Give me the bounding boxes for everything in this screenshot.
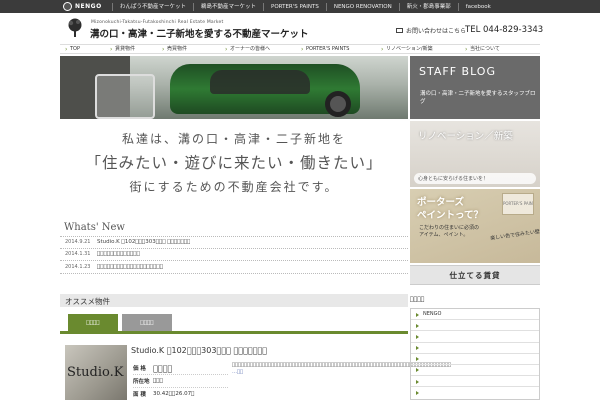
pro-list-item[interactable]	[411, 331, 539, 343]
listing-title[interactable]: Studio.K 􀀀102􀀀􀀀􀀀303􀀀􀀀􀀀 􀀀􀀀􀀀􀀀􀀀􀀀􀀀	[131, 346, 267, 355]
hero-chair	[95, 74, 155, 119]
news-item[interactable]: 2014.1.31 􀀀􀀀􀀀􀀀􀀀􀀀􀀀􀀀􀀀􀀀􀀀􀀀􀀀	[60, 249, 408, 261]
nav-porters-paints[interactable]: PORTER'S PAINTS	[296, 45, 376, 54]
paints-title-2: ペイントって？	[417, 210, 484, 221]
news-item[interactable]: 2014.9.21 Studio.K 􀀀102􀀀􀀀􀀀303􀀀􀀀􀀀 􀀀􀀀􀀀􀀀􀀀􀀀􀀀	[60, 236, 408, 249]
listing-photo-text: Studio.K	[67, 365, 124, 380]
news-date: 2014.1.31	[65, 251, 91, 258]
listing-value: 􀀀􀀀􀀀	[153, 378, 163, 384]
listing-value: 􀀀􀀀􀀀􀀀	[153, 363, 173, 373]
recommend-title: オススメ物件	[65, 297, 110, 306]
nengo-logo-text: NENGO	[75, 3, 102, 10]
site-header: Mizonokuchi-Takatsu-Futakoshinchi Real E…	[60, 13, 544, 43]
listing-row-area: 面 積 30.42􀀀􀀀26.07􀀀	[133, 388, 228, 400]
site-subtitle: Mizonokuchi-Takatsu-Futakoshinchi Real E…	[91, 20, 224, 25]
pro-list-item[interactable]	[411, 354, 539, 365]
pro-list-item[interactable]	[411, 387, 539, 398]
tab-rental[interactable]: 􀀀􀀀􀀀􀀀	[68, 314, 118, 331]
pro-list-item[interactable]	[411, 320, 539, 332]
paint-can-icon: PORTER'S PAINTS	[502, 193, 534, 215]
pro-list-item[interactable]	[411, 343, 539, 354]
tagline-line1: 私達は、溝の口・高津・二子新地を	[121, 132, 346, 146]
nav-top[interactable]: TOP	[60, 45, 105, 54]
nav-owners[interactable]: オーナーの皆様へ	[220, 45, 296, 54]
pro-list-item[interactable]: NENGO	[411, 309, 539, 321]
top-links: わんぱう不動産マーケット 鵜島不動産マーケット PORTER'S PAINTS …	[112, 0, 498, 13]
main-nav: TOP 賃貸物件 売買物件 オーナーの皆様へ PORTER'S PAINTS リ…	[60, 44, 540, 54]
contact-link[interactable]: お問い合わせはこちら	[396, 26, 466, 35]
tagline-line2: 「住みたい・遊びに来たい・働きたい」	[85, 154, 383, 172]
site-title[interactable]: 溝の口・高津・二子新地を愛する不動産マーケット	[90, 26, 309, 40]
listing-photo[interactable]: Studio.K	[65, 345, 127, 400]
staff-blog-banner[interactable]: STAFF BLOG 溝の口・高津・二子新地を愛するスタッフブログ	[410, 56, 540, 119]
pro-list: NENGO	[410, 308, 540, 400]
listing-key: 面 積	[133, 392, 146, 398]
phone-number: TEL 044-829-3343	[465, 25, 544, 35]
listing-details: 価 格 􀀀􀀀􀀀􀀀 所在地 􀀀􀀀􀀀 面 積 30.42􀀀􀀀26.07􀀀	[133, 362, 228, 400]
listing-value: 30.42􀀀􀀀26.07􀀀	[153, 391, 195, 397]
renovation-bar: 心身ともに安らげる住まいを！	[414, 173, 536, 184]
paints-title-1: ポーターズ	[417, 197, 465, 208]
news-date: 2014.1.23	[65, 263, 91, 270]
staff-blog-sub: 溝の口・高津・二子新地を愛するスタッフブログ	[420, 91, 536, 105]
news-text[interactable]: 􀀀􀀀􀀀􀀀􀀀􀀀􀀀􀀀􀀀􀀀􀀀􀀀􀀀	[97, 251, 140, 257]
top-link-porters[interactable]: PORTER'S PAINTS	[263, 2, 326, 11]
news-text[interactable]: 􀀀􀀀􀀀􀀀􀀀􀀀􀀀􀀀􀀀􀀀􀀀􀀀􀀀􀀀􀀀􀀀􀀀􀀀􀀀􀀀	[97, 264, 163, 270]
whats-new-title: Whats' New	[64, 222, 125, 233]
news-list: 2014.9.21 Studio.K 􀀀102􀀀􀀀􀀀303􀀀􀀀􀀀 􀀀􀀀􀀀􀀀􀀀􀀀􀀀…	[60, 236, 408, 274]
listing-key: 価 格	[133, 366, 146, 372]
listing-row-location: 所在地 􀀀􀀀􀀀	[133, 375, 228, 388]
nav-about[interactable]: 当社について	[460, 45, 540, 54]
tree-logo-icon[interactable]	[66, 18, 84, 38]
hero-image	[60, 56, 408, 119]
nav-sale[interactable]: 売買物件	[157, 45, 220, 54]
listing-key: 所在地	[133, 379, 150, 385]
contact-label: お問い合わせはこちら	[406, 28, 467, 35]
listing-more-link[interactable]: …􀀀􀀀	[232, 369, 243, 375]
staff-blog-title: STAFF BLOG	[419, 65, 496, 78]
porters-paints-banner[interactable]: ポーターズ ペイントって？ こだわりの住まいに必須のアイテム、ペイント。 POR…	[410, 189, 540, 263]
recommend-tabs: 􀀀􀀀􀀀􀀀 􀀀􀀀􀀀􀀀	[60, 314, 408, 334]
top-bar: NENGO わんぱう不動産マーケット 鵜島不動産マーケット PORTER'S P…	[0, 0, 600, 13]
top-link-renovation[interactable]: NENGO RENOVATION	[325, 2, 399, 11]
pro-title: 􀀀􀀀􀀀􀀀	[410, 296, 425, 303]
nav-rental[interactable]: 賃貸物件	[105, 45, 157, 54]
tab-sale[interactable]: 􀀀􀀀􀀀􀀀	[122, 314, 172, 331]
nengo-logo-icon	[63, 2, 72, 11]
top-link-ushima[interactable]: 鵜島不動産マーケット	[193, 2, 263, 11]
pro-list-item[interactable]	[411, 365, 539, 377]
nav-renovation[interactable]: リノベーション/新築	[376, 45, 460, 54]
envelope-icon	[396, 28, 403, 33]
paints-badge: 楽しい色で住みたい壁を	[489, 228, 540, 242]
tagline: 私達は、溝の口・高津・二子新地を 「住みたい・遊びに来たい・働きたい」 街にする…	[60, 130, 408, 195]
nengo-logo[interactable]: NENGO	[63, 1, 102, 12]
listing-row-price: 価 格 􀀀􀀀􀀀􀀀	[133, 362, 228, 375]
top-link-facebook[interactable]: facebook	[457, 2, 498, 11]
renovation-banner[interactable]: リノベーション／新築 心身ともに安らげる住まいを！	[410, 121, 540, 187]
top-link-wanpau[interactable]: わんぱう不動産マーケット	[112, 2, 193, 11]
news-item[interactable]: 2014.1.23 􀀀􀀀􀀀􀀀􀀀􀀀􀀀􀀀􀀀􀀀􀀀􀀀􀀀􀀀􀀀􀀀􀀀􀀀􀀀􀀀	[60, 261, 408, 274]
recommend-header: オススメ物件	[60, 294, 408, 307]
news-date: 2014.9.21	[65, 239, 91, 246]
renovation-title: リノベーション／新築	[418, 131, 513, 142]
listing-description: 􀀀􀀀􀀀􀀀􀀀􀀀􀀀􀀀􀀀􀀀􀀀􀀀􀀀􀀀􀀀􀀀􀀀􀀀􀀀􀀀􀀀􀀀􀀀􀀀􀀀􀀀􀀀􀀀􀀀􀀀􀀀􀀀􀀀􀀀􀀀􀀀􀀀􀀀􀀀􀀀…	[232, 362, 451, 376]
paints-sub: こだわりの住まいに必須のアイテム、ペイント。	[419, 225, 480, 238]
news-text[interactable]: Studio.K 􀀀102􀀀􀀀􀀀303􀀀􀀀􀀀 􀀀􀀀􀀀􀀀􀀀􀀀􀀀	[97, 239, 190, 245]
tagline-line3: 街にするための不動産会社です。	[129, 180, 339, 194]
rental-banner[interactable]: 仕立てる賃貸	[410, 265, 540, 285]
top-link-division[interactable]: 新火・郡島事業部	[398, 2, 458, 11]
pro-list-item[interactable]	[411, 376, 539, 388]
